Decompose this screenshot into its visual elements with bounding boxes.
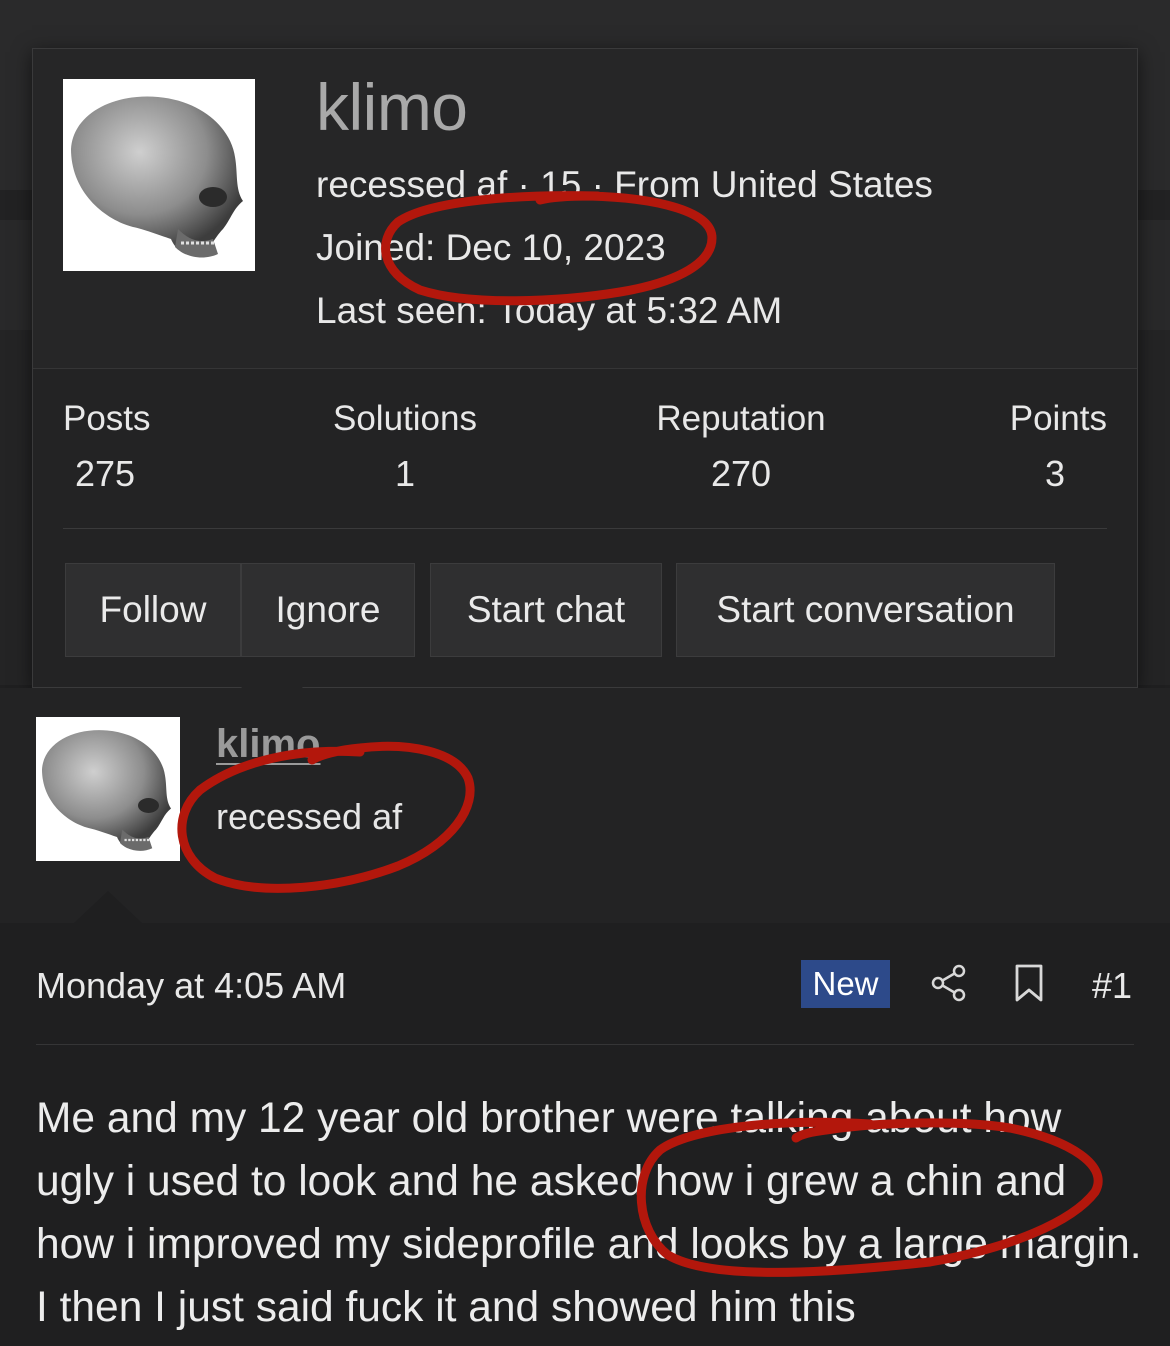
bookmark-icon[interactable] — [1012, 963, 1046, 1003]
stat-value: 275 — [75, 453, 136, 494]
new-badge: New — [801, 960, 890, 1008]
member-avatar[interactable] — [63, 79, 255, 271]
follow-button[interactable]: Follow — [65, 563, 241, 657]
stat-value: 3 — [1044, 453, 1066, 494]
post-avatar[interactable] — [36, 717, 180, 861]
ignore-button[interactable]: Ignore — [241, 563, 415, 657]
member-last-seen: Last seen: Today at 5:32 AM — [316, 290, 783, 331]
stat-label: Solutions — [333, 399, 477, 438]
member-tooltip: klimo recessed af · 15 · From United Sta… — [32, 48, 1138, 688]
start-conversation-button[interactable]: Start conversation — [676, 563, 1055, 657]
post-number-link[interactable]: #1 — [1092, 965, 1132, 1007]
stat-label: Posts — [63, 399, 151, 438]
skull-avatar-icon — [36, 717, 180, 861]
stat-label: Reputation — [656, 399, 826, 438]
share-icon[interactable] — [929, 963, 969, 1003]
stat-reputation[interactable]: Reputation 270 — [653, 399, 829, 495]
divider — [36, 1044, 1134, 1045]
post-arrow — [74, 891, 142, 923]
post-date[interactable]: Monday at 4:05 AM — [36, 965, 346, 1007]
skull-avatar-icon — [63, 79, 255, 271]
stat-value: 1 — [394, 453, 416, 494]
stat-label: Points — [1009, 399, 1107, 438]
start-chat-button[interactable]: Start chat — [430, 563, 662, 657]
member-stats: Posts 275 Solutions 1 Reputation 270 Poi… — [63, 399, 1107, 529]
stat-value: 270 — [710, 453, 772, 494]
post-user-title: recessed af — [216, 796, 403, 837]
member-username[interactable]: klimo — [316, 69, 468, 145]
stat-posts[interactable]: Posts 275 — [63, 399, 151, 495]
post-body: Me and my 12 year old brother were talki… — [36, 1095, 1142, 1331]
stat-points[interactable]: Points 3 — [1003, 399, 1107, 495]
member-joined-date: Joined: Dec 10, 2023 — [316, 227, 666, 268]
member-tooltip-header: klimo recessed af · 15 · From United Sta… — [33, 49, 1137, 369]
post-meta: Monday at 4:05 AM New #1 — [36, 955, 1134, 1015]
member-info-line: recessed af · 15 · From United States — [316, 164, 933, 205]
stat-solutions[interactable]: Solutions 1 — [330, 399, 480, 495]
post-username[interactable]: klimo — [216, 722, 320, 767]
